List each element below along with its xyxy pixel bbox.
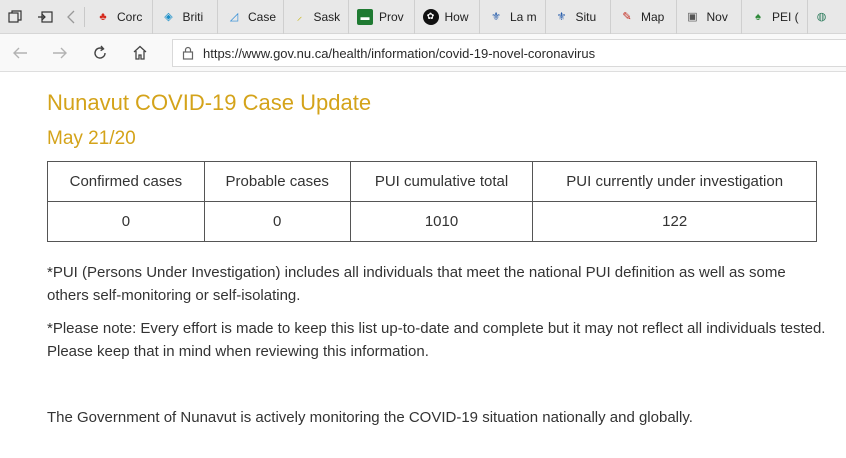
chart-icon: ◿ xyxy=(229,11,239,23)
quebec-icon: ⚜ xyxy=(491,11,501,23)
case-table: Confirmed cases Probable cases PUI cumul… xyxy=(47,161,817,242)
ontario-icon: ✿ xyxy=(422,8,439,25)
tab-3[interactable]: ◿ Case xyxy=(218,0,284,34)
forward-button[interactable] xyxy=(40,34,80,72)
address-bar[interactable]: https://www.gov.nu.ca/health/information… xyxy=(172,39,846,67)
header-confirmed-cases: Confirmed cases xyxy=(47,161,205,202)
tab-label: Sask xyxy=(313,9,341,24)
back-button[interactable] xyxy=(0,34,40,72)
tab-label: Map xyxy=(641,9,665,24)
pui-definition-note: *PUI (Persons Under Investigation) inclu… xyxy=(47,264,786,304)
ns-icon: ▣ xyxy=(687,11,698,23)
tab-2[interactable]: ◈ Briti xyxy=(153,0,218,34)
tab-label: La m xyxy=(510,9,537,24)
tab-scroll-left-icon[interactable] xyxy=(60,0,82,34)
header-pui-cumulative-total: PUI cumulative total xyxy=(349,161,534,202)
value-pui-cumulative-total: 1010 xyxy=(349,201,534,242)
table-header-row: Confirmed cases Probable cases PUI cumul… xyxy=(47,161,817,202)
manitoba-icon: ▬ xyxy=(357,8,373,25)
value-pui-under-investigation: 122 xyxy=(532,201,817,242)
sask-icon: ⸝ xyxy=(296,11,303,23)
bc-icon: ◈ xyxy=(164,11,173,23)
canada-flag-icon: ♣ xyxy=(99,10,107,23)
globe-icon: ◍ xyxy=(816,11,827,23)
tab-8[interactable]: ⚜ Situ xyxy=(546,0,611,34)
tab-1[interactable]: ♣ Corc xyxy=(87,0,153,34)
tab-5[interactable]: ▬ Prov xyxy=(349,0,415,34)
tab-label: PEI ( xyxy=(772,9,799,24)
pei-icon: ♠ xyxy=(755,10,761,23)
value-probable-cases: 0 xyxy=(203,201,351,242)
tab-4[interactable]: ⸝ Sask xyxy=(284,0,349,34)
tab-label: Case xyxy=(248,9,277,24)
url-text[interactable]: https://www.gov.nu.ca/health/information… xyxy=(203,46,595,61)
tab-label: Prov xyxy=(379,9,404,24)
quebec-icon: ⚜ xyxy=(556,11,567,23)
map-icon: ✎ xyxy=(622,11,632,23)
table-row: 0 0 1010 122 xyxy=(47,201,817,242)
refresh-button[interactable] xyxy=(80,34,120,72)
tab-10[interactable]: ▣ Nov xyxy=(677,0,742,34)
tab-9[interactable]: ✎ Map xyxy=(611,0,677,34)
tab-actions-icon[interactable] xyxy=(0,0,30,34)
update-date: May 21/20 xyxy=(47,128,136,149)
tab-label: Corc xyxy=(117,9,143,24)
page-title: Nunavut COVID-19 Case Update xyxy=(47,90,372,115)
tab-6[interactable]: ✿ How xyxy=(415,0,480,34)
set-tabs-aside-icon[interactable] xyxy=(30,0,60,34)
tab-strip: ♣ Corc ◈ Briti ◿ Case ⸝ Sask ▬ Prov ✿ How ⚜ La … xyxy=(0,0,846,34)
lock-icon[interactable] xyxy=(173,46,203,60)
tab-label: How xyxy=(444,9,469,24)
tab-11[interactable]: ♠ PEI ( xyxy=(742,0,808,34)
monitoring-statement: The Government of Nunavut is actively mo… xyxy=(47,409,693,426)
navigation-bar: https://www.gov.nu.ca/health/information… xyxy=(0,34,846,72)
header-pui-under-investigation: PUI currently under investigation xyxy=(532,161,817,202)
tab-separator xyxy=(84,6,85,27)
tab-label: Briti xyxy=(182,9,204,24)
tab-label: Situ xyxy=(575,9,597,24)
home-button[interactable] xyxy=(120,34,160,72)
tab-12[interactable]: ◍ xyxy=(808,0,832,34)
please-note-text: *Please note: Every effort is made to ke… xyxy=(47,320,826,360)
tab-7[interactable]: ⚜ La m xyxy=(480,0,546,34)
value-confirmed-cases: 0 xyxy=(47,201,205,242)
tab-label: Nov xyxy=(706,9,728,24)
header-probable-cases: Probable cases xyxy=(203,161,351,202)
